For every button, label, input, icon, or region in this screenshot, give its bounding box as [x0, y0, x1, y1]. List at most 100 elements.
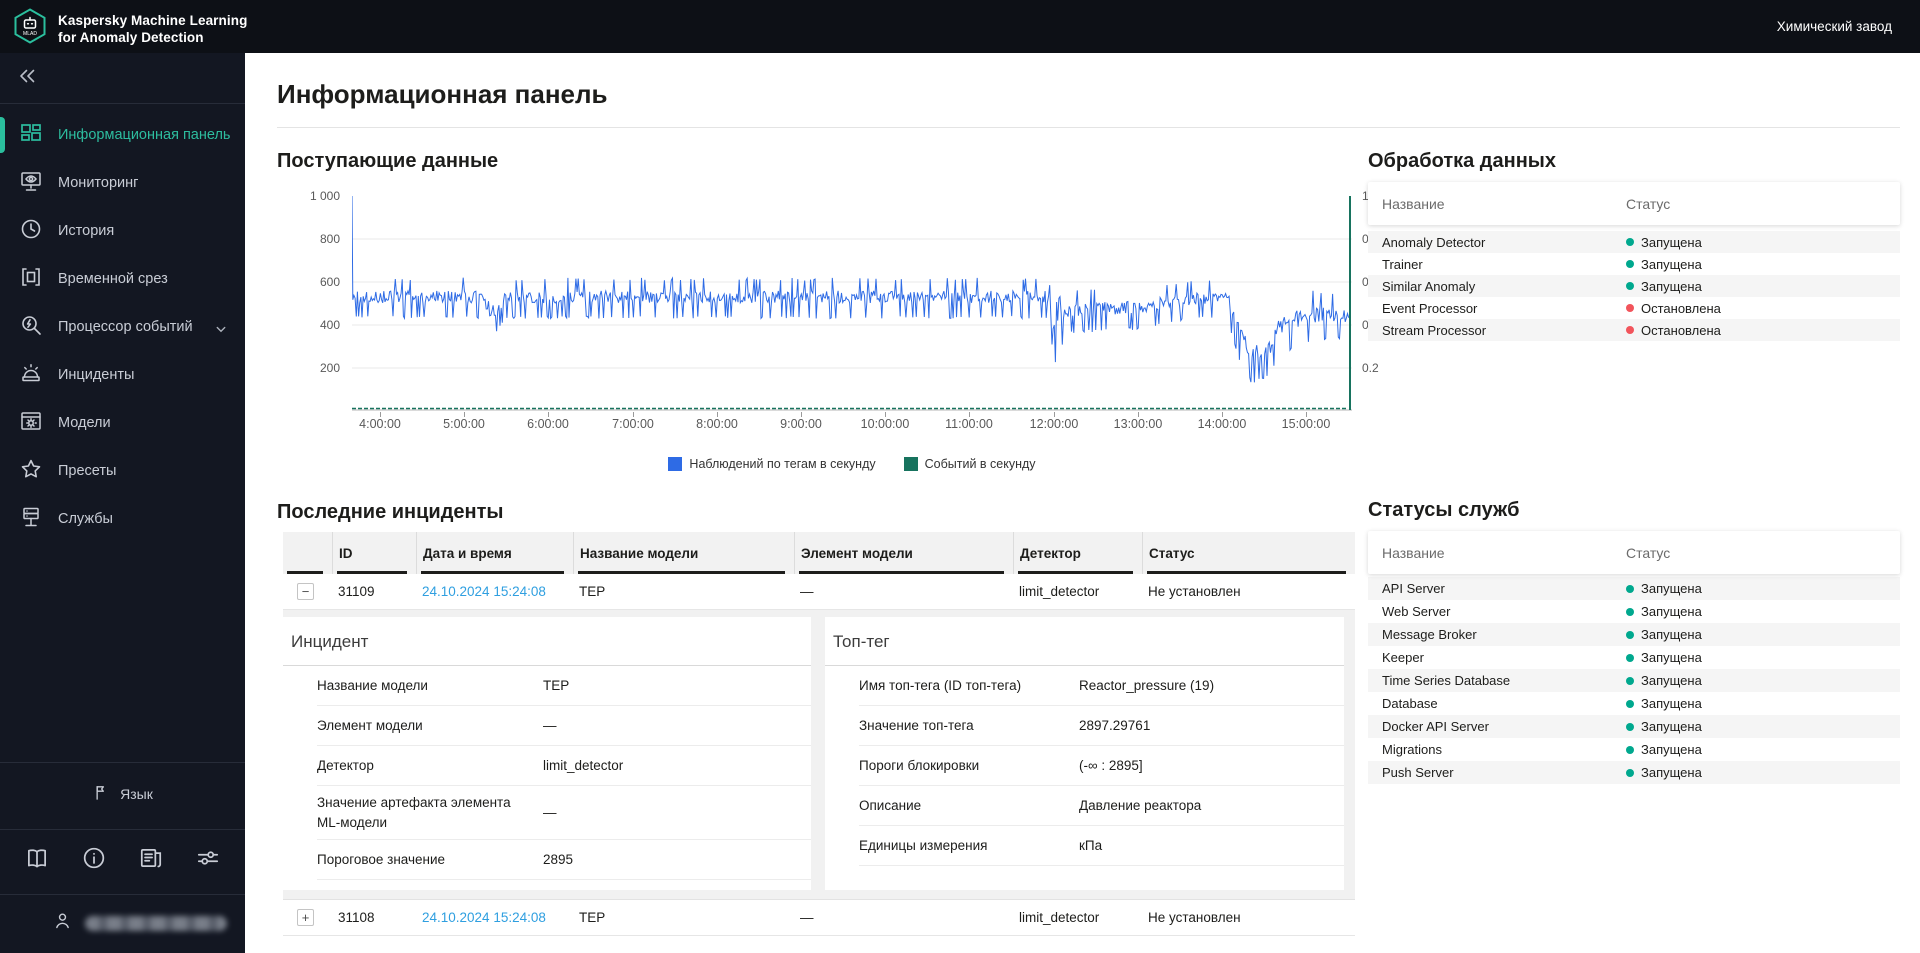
- flag-icon: [92, 783, 111, 805]
- sidebar-collapse-button[interactable]: [15, 64, 41, 90]
- x-axis-label: 7:00:00: [612, 417, 654, 431]
- column-header-status: Статус: [1626, 544, 1671, 561]
- field-value: TEP: [543, 678, 570, 693]
- y-axis-label: 1 000: [309, 189, 340, 203]
- incident-model: TEP: [579, 584, 606, 599]
- sidebar-item-presets[interactable]: Пресеты: [0, 447, 245, 495]
- user-email-redacted: [85, 915, 227, 931]
- incident-id: 31108: [338, 910, 375, 925]
- incident-model: TEP: [579, 910, 606, 925]
- detail-field: Единицы измерения кПа: [859, 826, 1344, 866]
- legend-item-events[interactable]: Событий в секунду: [903, 457, 1036, 471]
- settings-icon[interactable]: [195, 845, 221, 871]
- manual-icon[interactable]: [24, 845, 50, 871]
- collapse-row-button[interactable]: −: [297, 583, 314, 600]
- sidebar-item-event-processor[interactable]: Процессор событий: [0, 303, 245, 351]
- field-label: Описание: [859, 797, 922, 813]
- sidebar-item-dashboard[interactable]: Информационная панель: [0, 111, 245, 159]
- person-icon: [52, 910, 73, 936]
- service-name: API Server: [1382, 581, 1445, 596]
- status-label: Запущена: [1641, 278, 1702, 294]
- table-row: Migrations Запущена: [1368, 738, 1900, 761]
- services-icon: [19, 505, 43, 533]
- status-cell: Запущена: [1626, 673, 1900, 688]
- field-label: Пороги блокировки: [859, 757, 980, 773]
- legend-label: Наблюдений по тегам в секунду: [689, 457, 876, 471]
- field-value: кПа: [1079, 838, 1103, 853]
- x-axis-label: 14:00:00: [1197, 417, 1247, 431]
- detail-field: Имя топ-тега (ID топ-тега) Reactor_pressu…: [859, 666, 1344, 706]
- column-header-element[interactable]: Элемент модели: [794, 532, 1013, 574]
- incident-element: —: [800, 910, 814, 925]
- service-statuses-title: Статусы служб: [1368, 499, 1520, 521]
- x-axis-label: 6:00:00: [527, 417, 569, 431]
- page-title: Информационная панель: [277, 79, 608, 109]
- field-value: —: [543, 805, 557, 820]
- incident-row: + 31108 24.10.2024 15:24:08 TEP — limit_…: [283, 900, 1355, 936]
- status-dot: [1626, 722, 1634, 731]
- y-axis-label: 400: [319, 318, 340, 332]
- table-row: Message Broker Запущена: [1368, 623, 1900, 646]
- y-axis-label: 800: [319, 232, 340, 246]
- expand-row-button[interactable]: +: [297, 909, 314, 926]
- status-cell: Запущена: [1626, 696, 1900, 711]
- sidebar-item-models[interactable]: Модели: [0, 399, 245, 447]
- column-header-id[interactable]: ID: [332, 532, 416, 574]
- x-axis-label: 13:00:00: [1113, 417, 1163, 431]
- column-header-status[interactable]: Статус: [1142, 532, 1355, 574]
- sidebar-item-history[interactable]: История: [0, 207, 245, 255]
- app-logo-block: MLAD Kaspersky Machine Learning for Anom…: [13, 8, 247, 49]
- field-value: Reactor_pressure (19): [1079, 678, 1215, 693]
- incident-datetime-link[interactable]: 24.10.2024 15:24:08: [422, 910, 546, 925]
- status-dot: [1626, 584, 1634, 593]
- sidebar-item-services[interactable]: Службы: [0, 495, 245, 543]
- about-icon[interactable]: [81, 845, 107, 871]
- field-value: —: [543, 718, 557, 733]
- status-cell: Запущена: [1626, 719, 1900, 734]
- service-name: Stream Processor: [1382, 322, 1487, 338]
- user-account[interactable]: [52, 910, 227, 936]
- status-cell: Запущена: [1626, 279, 1900, 294]
- time-slice-icon: [19, 265, 43, 293]
- field-value: 2897.29761: [1079, 718, 1151, 733]
- sidebar-item-time-slice[interactable]: Временной срез: [0, 255, 245, 303]
- detail-field: Описание Давление реактора: [859, 786, 1344, 826]
- service-name: Message Broker: [1382, 627, 1477, 642]
- service-name: Keeper: [1382, 650, 1424, 665]
- field-label: Единицы измерения: [859, 837, 988, 853]
- sidebar-footer-icons: [0, 845, 245, 871]
- column-header-detector[interactable]: Детектор: [1013, 532, 1142, 574]
- x-axis-label: 8:00:00: [696, 417, 738, 431]
- status-cell: Запущена: [1626, 765, 1900, 780]
- status-label: Остановлена: [1641, 322, 1721, 338]
- service-name: Migrations: [1382, 742, 1442, 757]
- service-statuses-header: Название Статус: [1368, 531, 1900, 574]
- data-processing-header: Название Статус: [1368, 182, 1900, 225]
- incoming-data-title: Поступающие данные: [277, 150, 499, 172]
- sidebar-item-label: Процессор событий: [58, 319, 193, 335]
- incoming-data-chart[interactable]: [351, 195, 1352, 411]
- chevron-down-icon[interactable]: [212, 320, 230, 342]
- status-cell: Остановлена: [1626, 301, 1900, 316]
- incident-detector: limit_detector: [1019, 910, 1100, 925]
- status-dot: [1626, 745, 1634, 754]
- column-header-model[interactable]: Название модели: [573, 532, 794, 574]
- status-cell: Запущена: [1626, 627, 1900, 642]
- field-value: 2895: [543, 852, 574, 867]
- detail-field: Название модели TEP: [317, 666, 811, 706]
- sidebar-item-label: История: [58, 223, 115, 239]
- sidebar-item-label: Инциденты: [58, 367, 135, 383]
- sidebar-item-monitoring[interactable]: Мониторинг: [0, 159, 245, 207]
- incident-datetime-link[interactable]: 24.10.2024 15:24:08: [422, 584, 546, 599]
- title-divider: [277, 127, 1900, 128]
- legend-item-observations[interactable]: Наблюдений по тегам в секунду: [668, 457, 876, 471]
- x-axis-label: 11:00:00: [945, 417, 993, 431]
- sidebar-item-incidents[interactable]: Инциденты: [0, 351, 245, 399]
- service-name: Web Server: [1382, 604, 1451, 619]
- column-header-datetime[interactable]: Дата и время: [416, 532, 573, 574]
- x-axis-label: 9:00:00: [780, 417, 822, 431]
- field-label: Значение топ-тега: [859, 717, 974, 733]
- language-button[interactable]: Язык: [0, 779, 245, 809]
- changelog-icon[interactable]: [138, 845, 164, 871]
- status-label: Запущена: [1641, 627, 1702, 642]
